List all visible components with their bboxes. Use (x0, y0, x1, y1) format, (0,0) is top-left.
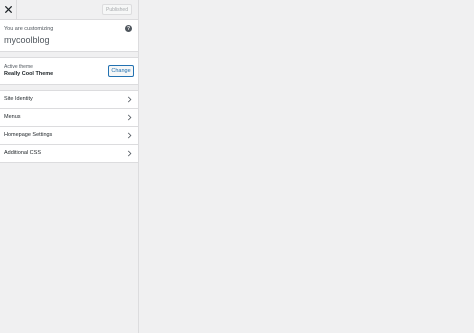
published-button[interactable]: Published (102, 4, 132, 15)
chevron-right-icon (127, 150, 132, 157)
active-theme-panel: Active theme Really Cool Theme Change (0, 57, 138, 85)
help-icon[interactable]: ? (125, 25, 132, 32)
active-theme-label: Active theme (4, 64, 33, 70)
section-label: Additional CSS (4, 150, 41, 156)
customize-info-panel: You are customizing mycoolblog ? (0, 20, 138, 52)
section-additional-css[interactable]: Additional CSS (0, 145, 138, 163)
theme-name: Really Cool Theme (4, 71, 54, 77)
customizer-sections: Site Identity Menus Homepage Settings Ad… (0, 90, 138, 163)
preview-area (139, 0, 474, 333)
site-title: mycoolblog (4, 35, 50, 45)
section-site-identity[interactable]: Site Identity (0, 91, 138, 109)
chevron-right-icon (127, 132, 132, 139)
section-label: Menus (4, 114, 21, 120)
change-theme-button[interactable]: Change (108, 65, 134, 77)
customizer-header: Published (0, 0, 138, 20)
chevron-right-icon (127, 96, 132, 103)
section-menus[interactable]: Menus (0, 109, 138, 127)
customizing-label: You are customizing (4, 26, 54, 32)
close-button[interactable] (0, 0, 17, 19)
section-homepage-settings[interactable]: Homepage Settings (0, 127, 138, 145)
section-label: Homepage Settings (4, 132, 53, 138)
close-icon (4, 6, 12, 13)
customizer-sidebar: Published You are customizing mycoolblog… (0, 0, 139, 333)
chevron-right-icon (127, 114, 132, 121)
section-label: Site Identity (4, 96, 33, 102)
